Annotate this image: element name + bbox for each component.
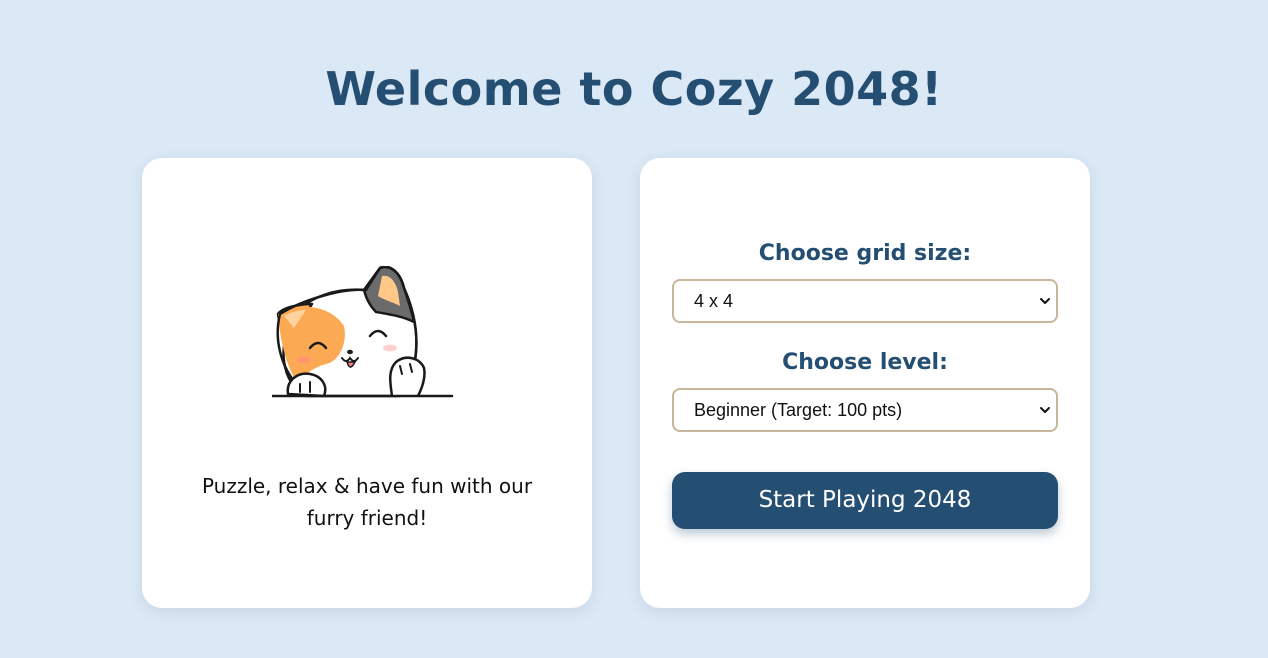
level-value: Beginner (Target: 100 pts): [694, 400, 903, 420]
settings-card: Choose grid size: 4 x 4 Choose level: Be…: [640, 158, 1090, 608]
grid-size-label: Choose grid size:: [758, 241, 972, 266]
level-label: Choose level:: [782, 350, 948, 375]
grid-size-value: 4 x 4: [694, 291, 734, 311]
chevron-down-icon: [1040, 407, 1050, 413]
intro-card: Puzzle, relax & have fun with our furry …: [142, 158, 592, 608]
chevron-down-icon: [1040, 298, 1050, 304]
tagline: Puzzle, relax & have fun with our furry …: [201, 474, 533, 530]
calico-cat-icon: [272, 266, 454, 398]
start-button[interactable]: Start Playing 2048: [672, 472, 1058, 529]
grid-size-select[interactable]: 4 x 4: [672, 279, 1058, 323]
page-title: Welcome to Cozy 2048!: [325, 62, 943, 116]
level-select[interactable]: Beginner (Target: 100 pts): [672, 388, 1058, 432]
